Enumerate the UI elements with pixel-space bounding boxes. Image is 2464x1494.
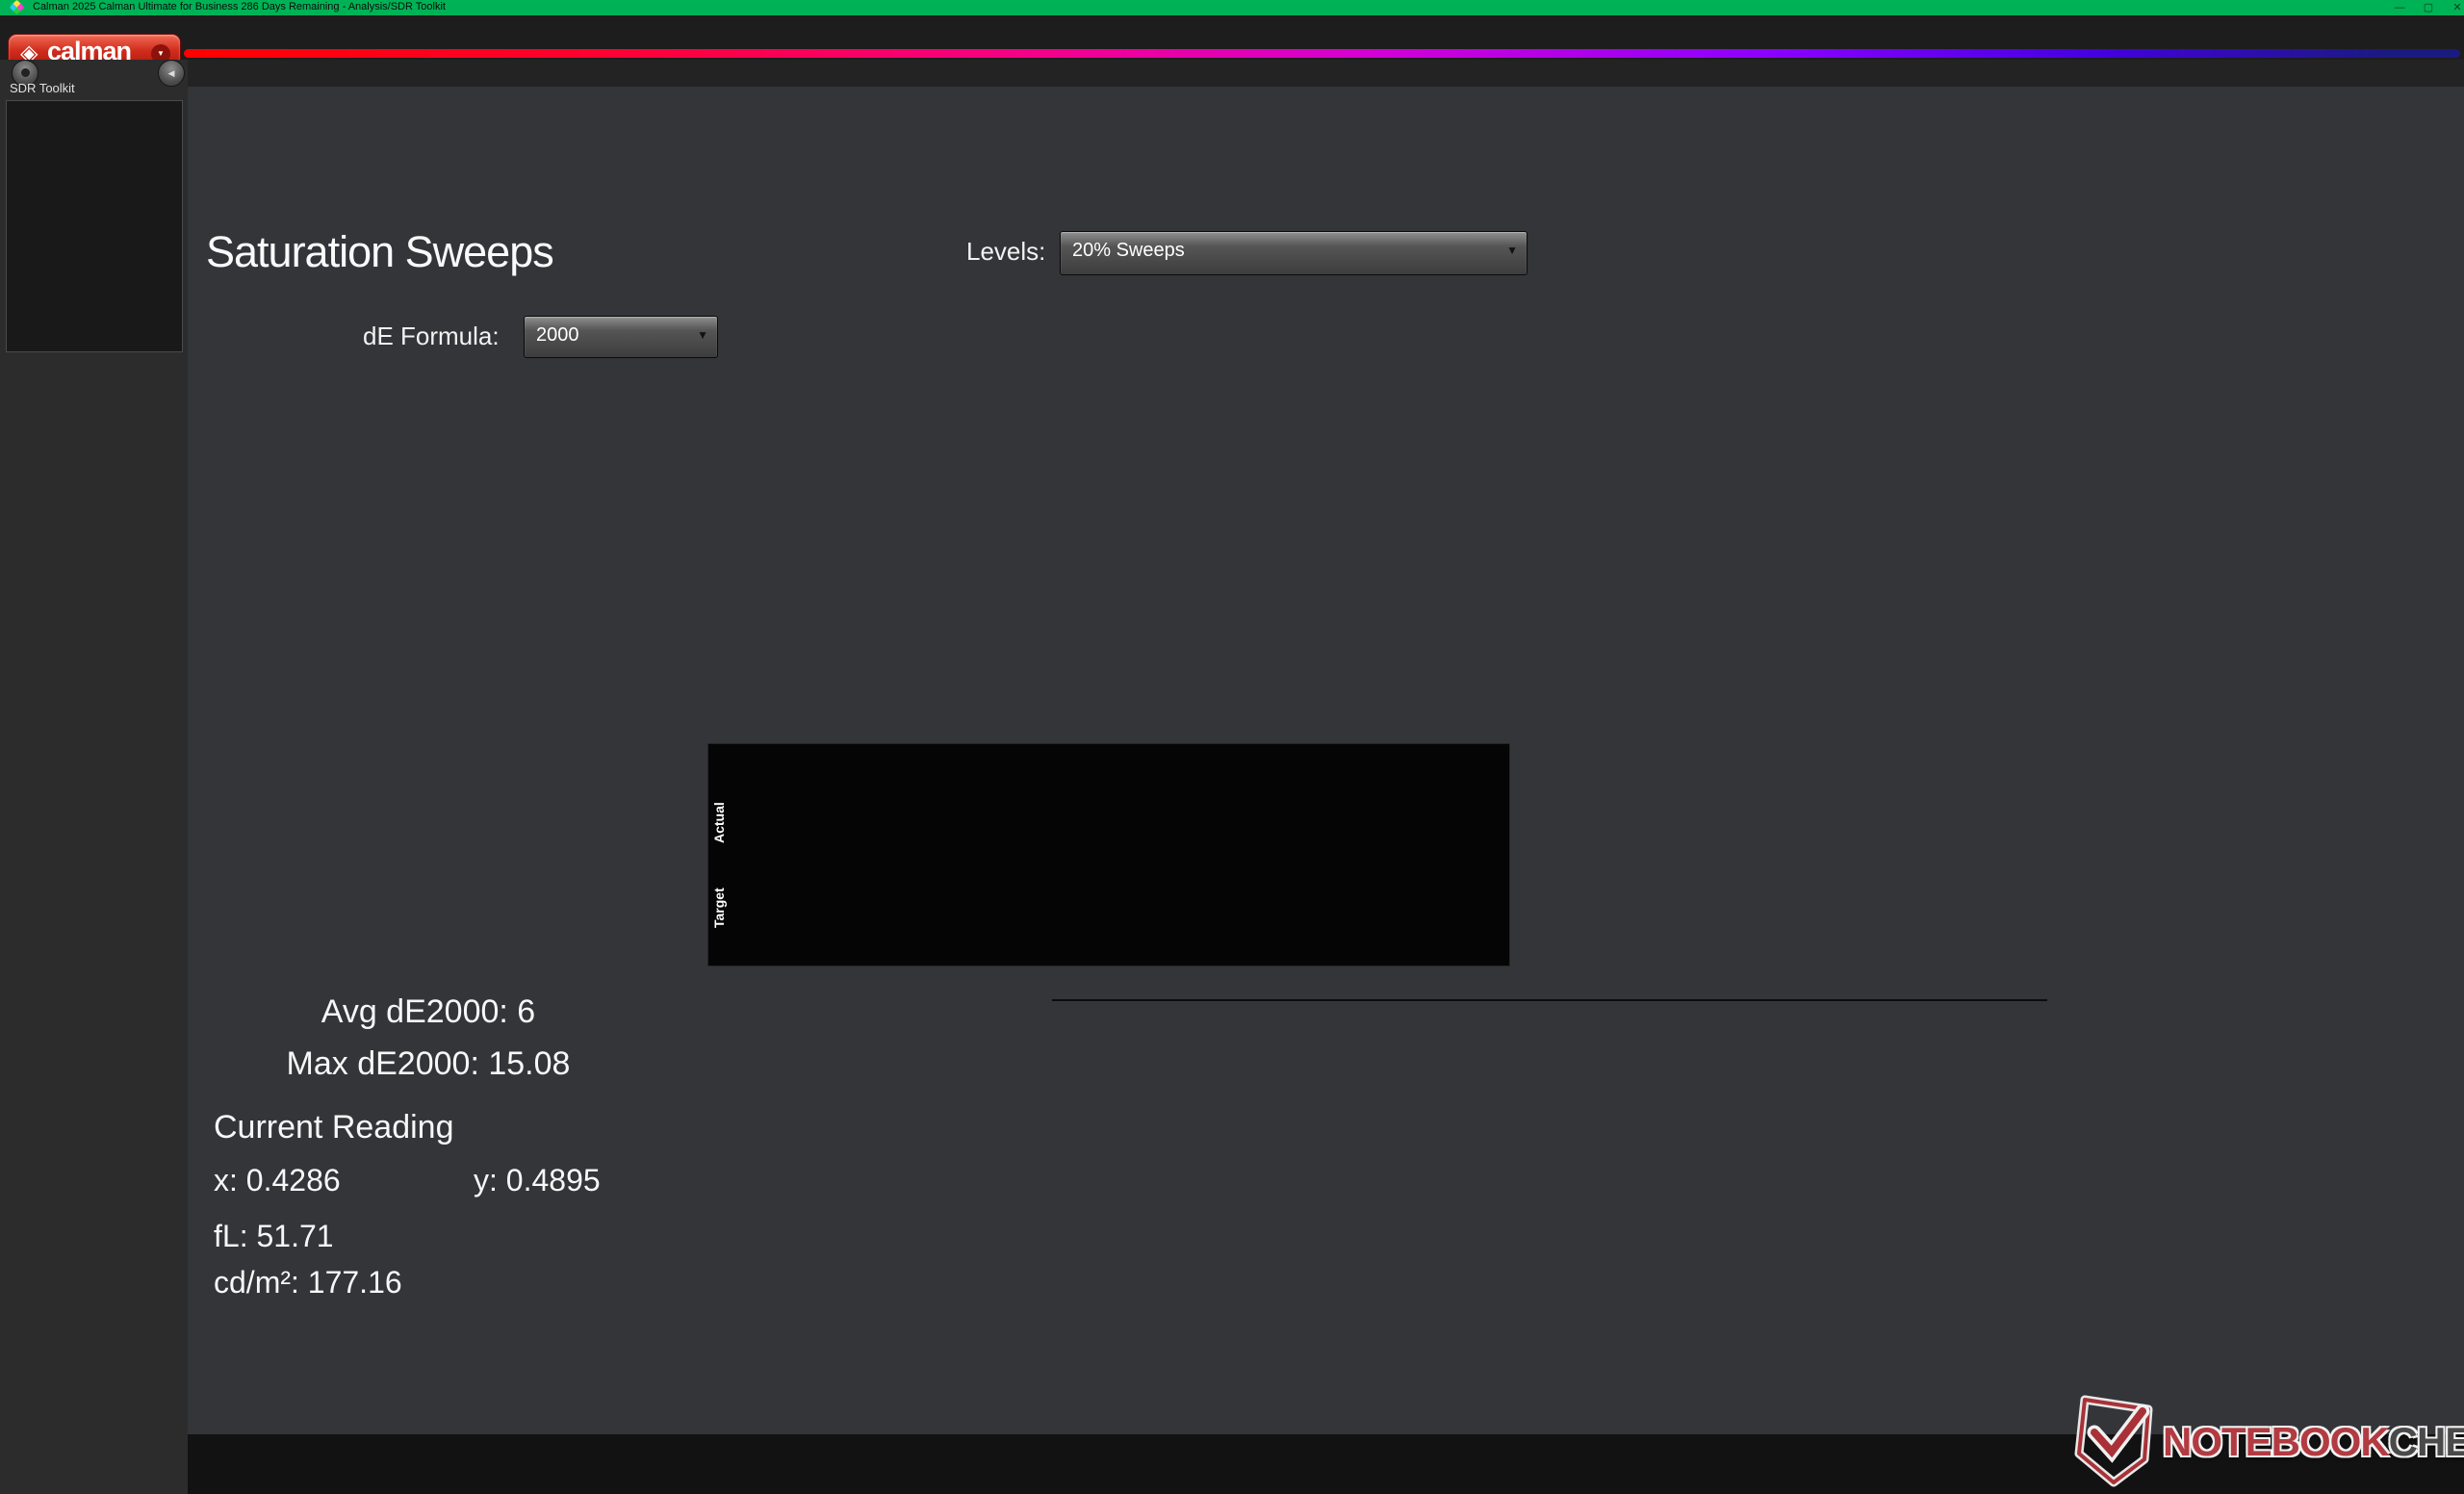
tab-row: History 1 + X-Rite i1Pro 2 Direct View ▼…: [0, 60, 2464, 147]
window-title: Calman 2025 Calman Ultimate for Business…: [33, 1, 446, 13]
titlebar: Calman 2025 Calman Ultimate for Business…: [0, 0, 2464, 15]
current-cdm2: cd/m²: 177.16: [214, 1265, 402, 1300]
page-title: Saturation Sweeps: [206, 227, 554, 276]
calman-window: Calman 2025 Calman Ultimate for Business…: [0, 0, 2464, 1494]
workflow-tree: [6, 100, 183, 352]
current-x: x: 0.4286: [214, 1163, 341, 1198]
de-formula-value: 2000: [536, 324, 579, 346]
levels-value: 20% Sweeps: [1072, 240, 1185, 261]
close-button[interactable]: ✕: [2445, 0, 2464, 15]
header-bar: ◈ calman ▼: [0, 15, 2464, 74]
bottom-bar: [188, 1434, 2464, 1494]
de-formula-dropdown[interactable]: 2000 ▼: [524, 316, 718, 358]
target-row-label: Target: [711, 888, 727, 928]
measurement-table: [1052, 999, 2047, 1001]
current-y: y: 0.4895: [474, 1163, 601, 1198]
chevron-down-icon: ▼: [697, 328, 708, 342]
current-reading-heading: Current Reading: [214, 1109, 454, 1146]
max-de2000: Max dE2000: 15.08: [286, 1045, 571, 1082]
dot-icon: [20, 68, 30, 77]
levels-dropdown[interactable]: 20% Sweeps ▼: [1060, 231, 1527, 275]
current-fl: fL: 51.71: [214, 1219, 334, 1253]
minimize-button[interactable]: —: [2387, 0, 2412, 15]
de-formula-label: dE Formula:: [363, 322, 500, 350]
color-comparison-panel: [707, 743, 1510, 966]
avg-de2000: Avg dE2000: 6: [321, 993, 536, 1030]
spectrum-gradient-bar: [184, 49, 2460, 58]
maximize-button[interactable]: ▢: [2416, 0, 2441, 15]
levels-label: Levels:: [966, 237, 1046, 266]
sidebar-collapse-button[interactable]: ◀: [158, 60, 185, 87]
chevron-down-icon: ▼: [1506, 244, 1518, 257]
sidebar-title: SDR Toolkit: [10, 81, 75, 95]
app-icon: [9, 0, 25, 15]
chevron-left-icon: ◀: [167, 68, 175, 78]
